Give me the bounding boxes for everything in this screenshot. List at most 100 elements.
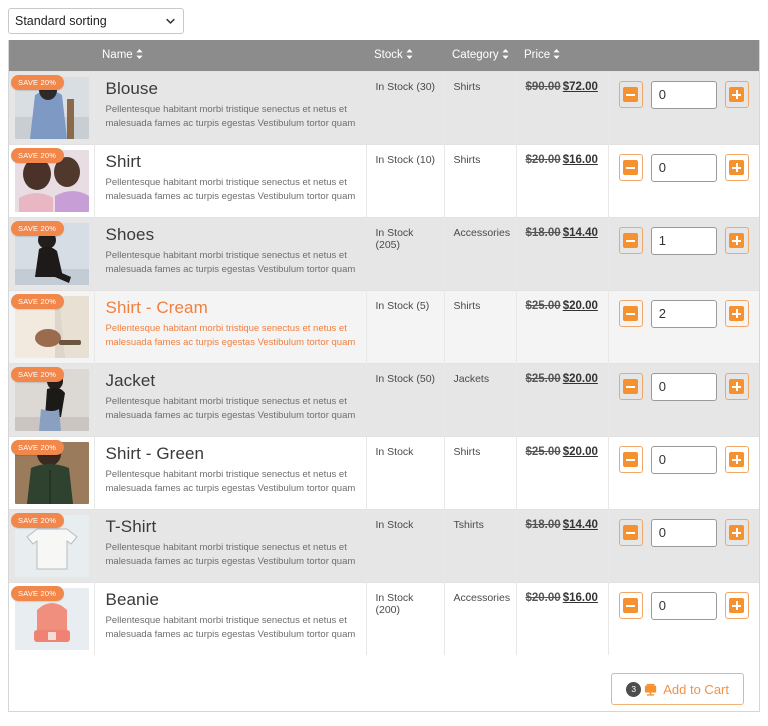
product-title[interactable]: Shirt [106, 152, 356, 172]
quantity-increase-button[interactable] [724, 373, 749, 400]
price-sale: $14.40 [562, 226, 598, 239]
product-name-cell: Shirt - Cream Pellentesque habitant morb… [94, 289, 367, 363]
price-original: $18.00 [525, 226, 561, 239]
price-original: $25.00 [525, 299, 561, 312]
product-thumbnail-cell: SAVE 20% [9, 435, 95, 509]
quantity-input[interactable] [650, 591, 717, 620]
quantity-decrease-button[interactable] [618, 519, 643, 546]
product-price-cell: $25.00 $20.00 [516, 362, 609, 436]
product-category-cell: Shirts [444, 143, 517, 217]
save-badge: SAVE 20% [11, 439, 65, 455]
table-row[interactable]: SAVE 20% Shirt Pellentesque habitant mor… [9, 143, 759, 217]
product-thumbnail-cell: SAVE 20% [9, 362, 95, 436]
product-table-page: Standard sorting Name Stock Category Pri… [0, 0, 768, 726]
table-row[interactable]: SAVE 20% Blouse Pellentesque habitant mo… [9, 70, 760, 144]
product-category-cell: Accessories [444, 581, 517, 655]
save-badge: SAVE 20% [11, 366, 65, 382]
quantity-input[interactable] [650, 372, 717, 401]
save-badge: SAVE 20% [11, 512, 65, 528]
plus-icon [729, 233, 745, 248]
price-sale: $20.00 [562, 299, 598, 312]
product-info: Shoes Pellentesque habitant morbi tristi… [95, 218, 366, 283]
quantity-increase-button[interactable] [724, 519, 749, 546]
product-category-cell: Shirts [444, 289, 517, 363]
price-group: $18.00 $14.40 [517, 218, 608, 239]
quantity-input[interactable] [650, 80, 717, 109]
product-name-cell: Blouse Pellentesque habitant morbi trist… [94, 70, 367, 144]
quantity-increase-button[interactable] [724, 592, 749, 619]
price-group: $25.00 $20.00 [517, 291, 608, 312]
price-sale: $20.00 [562, 372, 598, 385]
product-title[interactable]: T-Shirt [106, 517, 356, 537]
product-title[interactable]: Jacket [106, 371, 356, 391]
quantity-input[interactable] [650, 518, 717, 547]
column-header-image [9, 40, 94, 71]
quantity-decrease-button[interactable] [618, 154, 643, 181]
category-value: Accessories [453, 226, 511, 239]
minus-icon [623, 598, 639, 613]
product-description: Pellentesque habitant morbi tristique se… [105, 104, 356, 129]
table-row[interactable]: SAVE 20% T-Shirt Pellentesque habitant m… [9, 508, 759, 582]
product-name-cell: Beanie Pellentesque habitant morbi trist… [94, 581, 367, 655]
quantity-increase-button[interactable] [724, 227, 749, 254]
minus-icon [623, 87, 639, 102]
column-header-stock-label: Stock [374, 49, 403, 62]
quantity-stepper-row [618, 372, 749, 401]
table-row[interactable]: SAVE 20% Beanie Pellentesque habitant mo… [9, 581, 759, 655]
column-header-name-label: Name [102, 49, 133, 62]
product-name-cell: Jacket Pellentesque habitant morbi trist… [94, 362, 367, 436]
column-header-stock[interactable]: Stock [366, 40, 444, 71]
category-value: Shirts [453, 445, 481, 458]
quantity-increase-button[interactable] [724, 300, 749, 327]
quantity-decrease-button[interactable] [618, 227, 643, 254]
column-header-name[interactable]: Name [94, 40, 366, 71]
column-header-price[interactable]: Price [516, 40, 608, 71]
product-title[interactable]: Shirt - Green [106, 444, 356, 464]
add-to-cart-button[interactable]: 3 Add to Cart [611, 673, 744, 705]
quantity-increase-button[interactable] [724, 81, 749, 108]
quantity-decrease-button[interactable] [618, 300, 643, 327]
column-header-category[interactable]: Category [444, 40, 516, 71]
product-title[interactable]: Shirt - Cream [106, 298, 356, 318]
quantity-decrease-button[interactable] [618, 81, 643, 108]
price-group: $25.00 $20.00 [517, 364, 608, 385]
price-sale: $14.40 [562, 518, 598, 531]
quantity-input[interactable] [650, 226, 717, 255]
table-row[interactable]: SAVE 20% Shirt - Green Pellentesque habi… [9, 435, 759, 509]
stock-value: In Stock (50) [375, 372, 436, 385]
table-row[interactable]: SAVE 20% Jacket Pellentesque habitant mo… [9, 362, 759, 436]
quantity-stepper [609, 291, 760, 328]
products-table: Name Stock Category Price SAVE 20% Blous… [9, 40, 759, 711]
price-group: $18.00 $14.40 [517, 510, 608, 531]
product-thumbnail-cell: SAVE 20% [9, 508, 95, 582]
quantity-input[interactable] [650, 153, 717, 182]
save-badge: SAVE 20% [11, 293, 65, 309]
quantity-increase-button[interactable] [724, 446, 749, 473]
quantity-decrease-button[interactable] [618, 592, 643, 619]
product-stock-cell: In Stock (50) [366, 362, 445, 436]
product-name-cell: Shirt - Green Pellentesque habitant morb… [94, 435, 367, 509]
price-sale: $16.00 [562, 153, 598, 166]
table-row[interactable]: SAVE 20% Shoes Pellentesque habitant mor… [9, 216, 759, 290]
product-title[interactable]: Shoes [106, 225, 356, 245]
category-value: Shirts [453, 153, 481, 166]
product-thumbnail-cell: SAVE 20% [9, 581, 95, 655]
sorting-select[interactable]: Standard sorting [8, 8, 184, 34]
product-stock-cell: In Stock [366, 435, 445, 509]
price-group: $90.00 $72.00 [517, 72, 608, 93]
product-price-cell: $20.00 $16.00 [516, 581, 609, 655]
product-description: Pellentesque habitant morbi tristique se… [105, 323, 356, 348]
quantity-input[interactable] [650, 445, 717, 474]
quantity-stepper-row [618, 153, 749, 182]
price-group: $20.00 $16.00 [517, 583, 608, 604]
sort-updown-icon [136, 49, 143, 60]
quantity-decrease-button[interactable] [618, 373, 643, 400]
product-title[interactable]: Beanie [106, 590, 356, 610]
quantity-stepper [609, 72, 760, 109]
quantity-increase-button[interactable] [724, 154, 749, 181]
price-group: $25.00 $20.00 [517, 437, 608, 458]
table-row[interactable]: SAVE 20% Shirt - Cream Pellentesque habi… [9, 289, 760, 363]
product-title[interactable]: Blouse [106, 79, 356, 99]
quantity-input[interactable] [650, 299, 717, 328]
quantity-decrease-button[interactable] [618, 446, 643, 473]
